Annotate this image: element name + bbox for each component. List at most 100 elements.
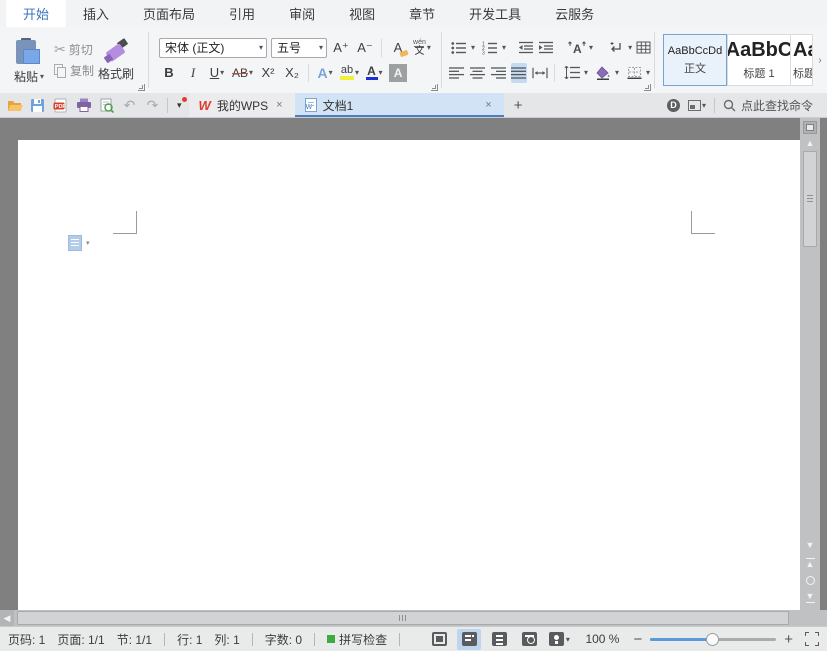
zoom-out-button[interactable]: − — [629, 631, 646, 648]
chevron-down-icon[interactable]: ▾ — [471, 43, 475, 52]
subscript-button[interactable]: X₂ — [282, 63, 302, 83]
paragraph-dialog-launcher-icon[interactable] — [644, 84, 651, 91]
shading-button[interactable] — [592, 63, 614, 83]
pinyin-guide-button[interactable]: wén文 ▾ — [412, 38, 432, 58]
character-shading-button[interactable]: A — [388, 63, 408, 83]
cut-button[interactable]: ✂ 剪切 — [54, 41, 94, 58]
zoom-level[interactable]: 100 % — [585, 632, 619, 646]
print-preview-icon[interactable] — [98, 97, 115, 114]
page-view-button[interactable] — [457, 629, 481, 650]
zoom-slider[interactable] — [650, 638, 776, 641]
chevron-down-icon[interactable]: ▾ — [628, 43, 632, 52]
line-status[interactable]: 行: 1 — [177, 631, 202, 648]
style-heading1[interactable]: AaBbC 标题 1 — [727, 34, 791, 86]
chevron-down-icon[interactable]: ▾ — [615, 68, 619, 77]
align-center-button[interactable] — [469, 63, 486, 83]
open-folder-icon[interactable] — [6, 97, 23, 114]
navigation-tool-button[interactable]: ▾ — [68, 235, 90, 251]
decrease-indent-button[interactable] — [518, 38, 534, 58]
borders-button[interactable] — [623, 63, 645, 83]
eye-protect-button[interactable]: ▾ — [547, 629, 571, 650]
menu-tab-cloud[interactable]: 云服务 — [538, 0, 611, 27]
format-painter-button[interactable]: 格式刷 — [94, 38, 138, 82]
close-icon[interactable]: × — [274, 99, 284, 111]
chevron-down-icon[interactable]: ▾ — [584, 68, 588, 77]
vertical-scrollbar[interactable]: ▲ ▼ ▲ ▼ — [800, 118, 820, 610]
align-left-button[interactable] — [448, 63, 465, 83]
pages-status[interactable]: 页面: 1/1 — [57, 631, 104, 648]
chevron-down-icon[interactable]: ▾ — [646, 68, 650, 77]
menu-tab-page-layout[interactable]: 页面布局 — [126, 0, 212, 27]
numbering-button[interactable]: 123 — [479, 38, 501, 58]
zoom-in-button[interactable]: + — [780, 631, 797, 648]
strikethrough-button[interactable]: AB▾ — [231, 63, 254, 83]
font-family-combo[interactable]: 宋体 (正文)▾ — [159, 38, 267, 58]
tab-my-wps[interactable]: W 我的WPS × — [189, 93, 295, 117]
menu-tab-developer[interactable]: 开发工具 — [452, 0, 538, 27]
clipboard-dialog-launcher-icon[interactable] — [138, 84, 145, 91]
page-number-status[interactable]: 页码: 1 — [8, 631, 45, 648]
justify-button[interactable] — [511, 63, 528, 83]
font-dialog-launcher-icon[interactable] — [431, 84, 438, 91]
menu-tab-home[interactable]: 开始 — [6, 0, 66, 27]
select-browse-object-button[interactable] — [806, 576, 815, 585]
print-icon[interactable] — [75, 97, 92, 114]
menu-tab-section[interactable]: 章节 — [392, 0, 452, 27]
menu-tab-view[interactable]: 视图 — [332, 0, 392, 27]
text-tool-button[interactable]: A — [566, 38, 588, 58]
previous-page-button[interactable]: ▲ — [806, 557, 815, 569]
chevron-down-icon[interactable]: ▾ — [502, 43, 506, 52]
fullscreen-view-button[interactable] — [427, 629, 451, 650]
font-size-combo[interactable]: 五号▾ — [271, 38, 327, 58]
font-color-button[interactable]: A ▾ — [364, 63, 384, 83]
increase-indent-button[interactable] — [538, 38, 554, 58]
zoom-slider-thumb[interactable] — [706, 633, 719, 646]
scroll-down-icon[interactable]: ▼ — [806, 541, 815, 550]
fit-page-icon[interactable] — [805, 632, 819, 646]
next-page-button[interactable]: ▼ — [806, 592, 815, 604]
window-layout-icon[interactable] — [688, 100, 701, 111]
text-effects-button[interactable]: A▾ — [315, 63, 335, 83]
highlight-color-button[interactable]: ab ▾ — [339, 63, 360, 83]
align-right-button[interactable] — [490, 63, 507, 83]
tab-document1[interactable]: W 文档1 × — [295, 93, 504, 117]
bullets-button[interactable] — [448, 38, 470, 58]
horizontal-scroll-thumb[interactable] — [17, 611, 789, 625]
save-icon[interactable] — [29, 97, 46, 114]
export-pdf-icon[interactable]: PDF — [52, 97, 69, 114]
outline-view-button[interactable] — [487, 629, 511, 650]
section-status[interactable]: 节: 1/1 — [117, 631, 152, 648]
scroll-left-icon[interactable]: ◀ — [0, 610, 14, 626]
undo-icon[interactable]: ↶ — [121, 97, 138, 114]
document-page[interactable]: ▾ — [18, 140, 800, 610]
menu-tab-review[interactable]: 审阅 — [272, 0, 332, 27]
line-spacing-button[interactable] — [561, 63, 583, 83]
ruler-toggle-icon[interactable] — [803, 121, 817, 134]
redo-icon[interactable]: ↷ — [144, 97, 161, 114]
horizontal-scrollbar[interactable]: ◀ — [0, 610, 827, 626]
column-status[interactable]: 列: 1 — [214, 631, 239, 648]
spellcheck-status[interactable]: 拼写检查 — [327, 631, 387, 648]
chevron-down-icon[interactable]: ▾ — [589, 43, 593, 52]
style-normal[interactable]: AaBbCcDd 正文 — [663, 34, 727, 86]
new-tab-button[interactable]: + — [504, 93, 533, 117]
superscript-button[interactable]: X² — [258, 63, 278, 83]
copy-button[interactable]: 复制 — [54, 62, 94, 79]
scroll-up-icon[interactable]: ▲ — [806, 134, 815, 151]
insert-table-button[interactable] — [636, 38, 651, 58]
find-command-box[interactable]: 点此查找命令 — [723, 97, 821, 114]
clear-formatting-button[interactable]: A — [388, 38, 408, 58]
menu-tab-insert[interactable]: 插入 — [66, 0, 126, 27]
italic-button[interactable]: I — [183, 63, 203, 83]
distribute-text-button[interactable] — [531, 63, 548, 83]
style-heading2[interactable]: AaBbC 标题 2 — [791, 34, 813, 86]
styles-gallery-more-button[interactable]: › — [813, 34, 827, 86]
bold-button[interactable]: B — [159, 63, 179, 83]
grow-font-button[interactable]: A⁺ — [331, 38, 351, 58]
vertical-scroll-thumb[interactable] — [803, 151, 817, 247]
word-count-status[interactable]: 字数: 0 — [265, 631, 302, 648]
paste-button[interactable]: 粘贴▾ — [8, 36, 50, 85]
close-icon[interactable]: × — [483, 99, 493, 111]
shrink-font-button[interactable]: A⁻ — [355, 38, 375, 58]
docer-icon[interactable]: D — [667, 99, 680, 112]
